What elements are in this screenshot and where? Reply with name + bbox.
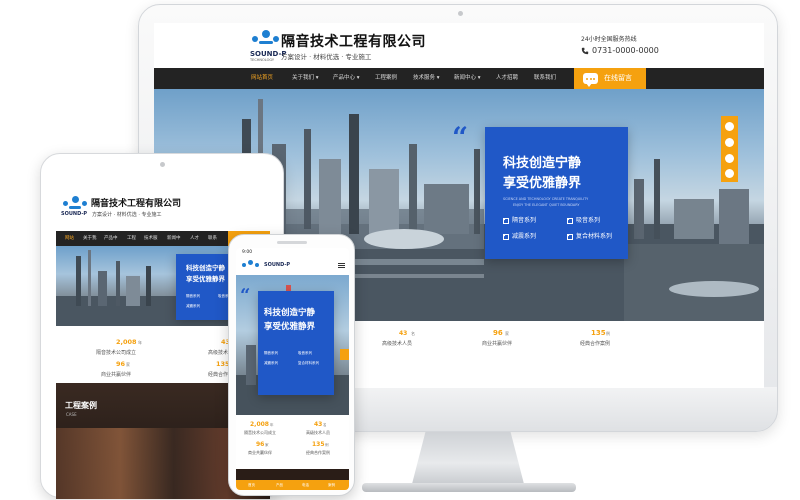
checkbox-icon bbox=[567, 217, 573, 224]
wechat-icon[interactable] bbox=[725, 169, 734, 178]
checkbox-icon bbox=[567, 233, 573, 240]
phone-float-button[interactable] bbox=[340, 349, 349, 360]
phone-hero-card: “ 科技创造宁静 享受优雅静界 隔音系列 吸音系列 减震系列 复合材料系列 bbox=[240, 285, 334, 395]
checkbox-icon bbox=[503, 233, 509, 240]
chat-bubble-icon bbox=[583, 73, 598, 87]
tablet-camera bbox=[160, 162, 165, 167]
menu-icon[interactable] bbox=[338, 263, 345, 268]
status-time: 9:00 bbox=[242, 250, 253, 255]
hero-headline-1: 科技创造宁静 bbox=[503, 156, 582, 171]
tablet-nav-home[interactable]: 网站 bbox=[65, 231, 74, 246]
tablet-company-name: 隔音技术工程有限公司 bbox=[91, 199, 182, 209]
tablet-nav-cases[interactable]: 工程 bbox=[127, 231, 136, 246]
floating-toolbar bbox=[721, 116, 738, 182]
feature-item: 减震系列 bbox=[503, 231, 536, 240]
case-subtitle: CASE bbox=[66, 412, 77, 417]
nav-about[interactable]: 关于我们 ▾ bbox=[285, 68, 326, 89]
feature-item: 隔音系列 bbox=[503, 215, 536, 224]
nav-tech-service[interactable]: 技术服务 ▾ bbox=[406, 68, 447, 89]
nav-home[interactable]: 网站首页 bbox=[244, 68, 280, 89]
company-slogan: 方案设计 · 材料优选 · 专业施工 bbox=[281, 53, 372, 61]
nav-cases[interactable]: 工程案例 bbox=[368, 68, 404, 89]
online-message-label: 在线留言 bbox=[604, 74, 632, 82]
phone-tab-products[interactable]: 产品 bbox=[276, 483, 283, 488]
tablet-nav-tech[interactable]: 技术服 bbox=[144, 231, 158, 246]
tablet-nav-jobs[interactable]: 人才 bbox=[190, 231, 199, 246]
hero-card: “ 科技创造宁静 享受优雅静界 SCIENCE AND TECHNOLOGY C… bbox=[452, 121, 628, 259]
monitor-stand bbox=[412, 432, 524, 484]
logo-icon bbox=[249, 30, 283, 50]
tablet-nav-about[interactable]: 关于我 bbox=[83, 231, 97, 246]
tablet-slogan: 方案设计 · 材料优选 · 专业施工 bbox=[92, 212, 162, 218]
phone-float-icon[interactable] bbox=[725, 154, 734, 163]
monitor-base bbox=[362, 483, 576, 492]
main-nav: 网站首页 关于我们 ▾ 产品中心 ▾ 工程案例 技术服务 ▾ 新闻中心 ▾ 人才… bbox=[154, 68, 764, 89]
company-name: 隔音技术工程有限公司 bbox=[281, 34, 426, 50]
hotline-label: 24小时全国服务热线 bbox=[581, 36, 637, 43]
phone-device: 9:00 SOUND-P “ 科技创造宁静 享受优雅静界 隔音系列 吸音系列 减… bbox=[228, 234, 355, 496]
nav-contact[interactable]: 联系我们 bbox=[527, 68, 563, 89]
nav-products[interactable]: 产品中心 ▾ bbox=[326, 68, 367, 89]
phone-icon bbox=[581, 47, 589, 55]
phone-speaker bbox=[277, 241, 307, 244]
phone-tab-home[interactable]: 首页 bbox=[248, 483, 255, 488]
checkbox-icon bbox=[503, 217, 509, 224]
message-icon[interactable] bbox=[725, 122, 734, 131]
site-header: 隔音技术工程有限公司 SOUND-P TECHNOLOGY 方案设计 · 材料优… bbox=[154, 23, 764, 68]
tablet-brand: SOUND-P bbox=[61, 211, 88, 217]
phone-tabbar: 首页 产品 电话 案例 bbox=[236, 480, 349, 490]
phone-case-strip bbox=[236, 469, 349, 480]
nav-jobs[interactable]: 人才招聘 bbox=[489, 68, 525, 89]
tablet-nav-news[interactable]: 新闻中 bbox=[167, 231, 181, 246]
phone-tab-call[interactable]: 电话 bbox=[302, 483, 309, 488]
qq-icon[interactable] bbox=[725, 138, 734, 147]
tablet-nav-contact[interactable]: 联系 bbox=[208, 231, 217, 246]
feature-item: 复合材料系列 bbox=[567, 231, 612, 240]
phone-banner: “ 科技创造宁静 享受优雅静界 隔音系列 吸音系列 减震系列 复合材料系列 bbox=[236, 275, 349, 415]
feature-item: 吸音系列 bbox=[567, 215, 600, 224]
phone-tab-cases[interactable]: 案例 bbox=[328, 483, 335, 488]
quote-mark: “ bbox=[452, 121, 469, 154]
hero-english-2: ENJOY THE ELEGANT QUIET BOUNDARY bbox=[513, 203, 580, 207]
nav-news[interactable]: 新闻中心 ▾ bbox=[447, 68, 488, 89]
tablet-nav-products[interactable]: 产品中 bbox=[104, 231, 118, 246]
case-title: 工程案例 bbox=[65, 401, 97, 410]
phone-screen: 9:00 SOUND-P “ 科技创造宁静 享受优雅静界 隔音系列 吸音系列 减… bbox=[236, 248, 349, 490]
monitor-camera bbox=[458, 11, 463, 16]
logo-icon bbox=[240, 260, 262, 272]
hotline-number[interactable]: 0731-0000-0000 bbox=[592, 46, 659, 55]
hero-english-1: SCIENCE AND TECHNOLOGY CREATE TRANQUILIT… bbox=[503, 197, 589, 201]
hero-headline-2: 享受优雅静界 bbox=[503, 176, 582, 191]
brand-sub: TECHNOLOGY bbox=[250, 58, 275, 62]
online-message-button[interactable]: 在线留言 bbox=[574, 68, 646, 89]
phone-brand: SOUND-P bbox=[264, 262, 291, 268]
